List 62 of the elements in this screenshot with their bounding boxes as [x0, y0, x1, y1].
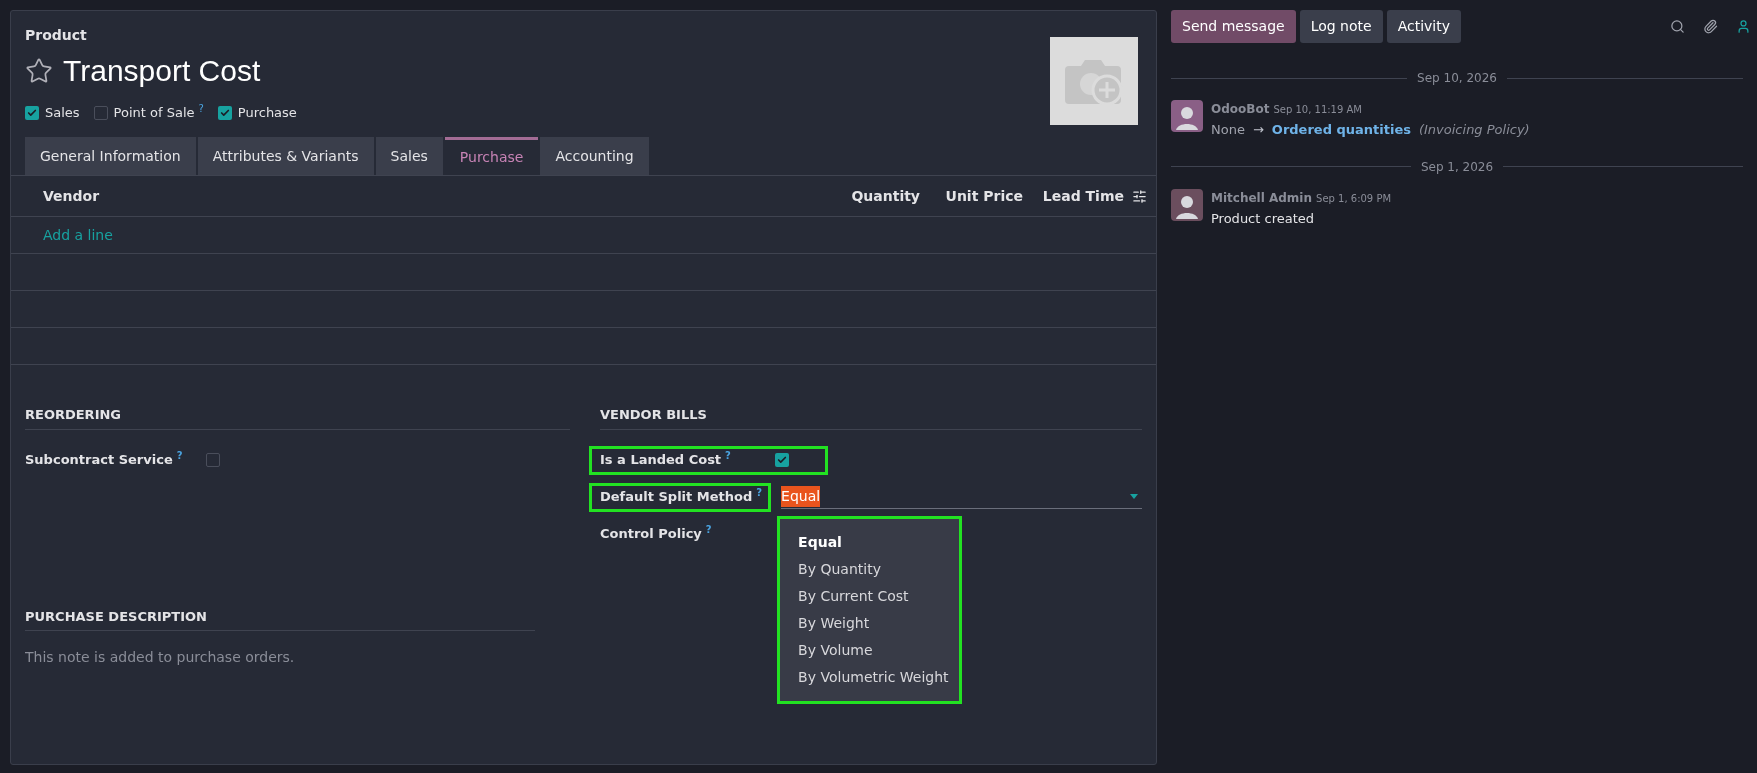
paperclip-icon[interactable]: [1703, 19, 1718, 34]
date-separator: Sep 1, 2026: [1420, 158, 1494, 176]
chatter-button[interactable]: Activity: [1386, 10, 1461, 43]
dropdown-option[interactable]: By Volume: [780, 637, 960, 664]
section-title: PURCHASE DESCRIPTION: [25, 606, 535, 631]
tab[interactable]: Accounting: [540, 137, 649, 175]
dropdown-option[interactable]: By Current Cost: [780, 583, 960, 610]
help-icon[interactable]: ?: [725, 450, 731, 462]
column-header: Quantity: [850, 186, 921, 206]
checkbox[interactable]: [217, 105, 232, 120]
follower-icon[interactable]: [1736, 19, 1751, 34]
help-icon[interactable]: ?: [756, 487, 763, 499]
chatter-button[interactable]: Log note: [1299, 10, 1383, 43]
chatter-button[interactable]: Send message: [1171, 10, 1296, 43]
section-title: VENDOR BILLS: [600, 405, 1142, 430]
checkbox-label[interactable]: Purchase: [237, 103, 297, 123]
old-value: None: [1211, 121, 1245, 139]
select-value: Equal: [781, 486, 821, 507]
checkbox[interactable]: [25, 105, 39, 120]
dropdown-option[interactable]: By Quantity: [780, 556, 960, 583]
message-time: Sep 1, 6:09 PM: [1316, 191, 1392, 206]
help-icon[interactable]: ?: [198, 103, 204, 114]
dropdown-option[interactable]: By Weight: [780, 610, 960, 637]
field-name: (Invoicing Policy): [1418, 121, 1530, 139]
help-icon[interactable]: ?: [176, 450, 183, 462]
select-field[interactable]: Equal: [781, 485, 1142, 509]
help-icon[interactable]: ?: [705, 524, 712, 536]
checkbox[interactable]: [205, 453, 220, 467]
column-header: Lead Time: [1041, 186, 1124, 206]
field-label: Subcontract Service $^{?}$: [25, 450, 183, 470]
section-title: REORDERING: [25, 405, 570, 430]
field-label: Control Policy $^{?}$: [600, 524, 712, 544]
avatar: [1171, 188, 1203, 221]
date-separator: Sep 10, 2026: [1417, 70, 1497, 87]
avatar: [1171, 100, 1203, 132]
message-time: Sep 10, 11:19 AM: [1273, 103, 1362, 117]
breadcrumb: Product: [25, 26, 88, 45]
checkbox-label[interactable]: Sales: [45, 103, 80, 123]
caret-icon: [1130, 494, 1138, 499]
new-value: Ordered quantities: [1271, 121, 1411, 139]
star-icon[interactable]: [25, 56, 53, 85]
arrow-icon: →: [1252, 120, 1264, 140]
field-label: Default Split Method $^{?}$: [600, 487, 763, 507]
tab[interactable]: Sales: [375, 137, 443, 175]
checkbox-label[interactable]: Point of Sale $^{?}$: [113, 103, 204, 123]
column-settings-icon[interactable]: [1132, 188, 1147, 204]
search-icon[interactable]: [1670, 19, 1685, 34]
tab[interactable]: General Information: [25, 137, 196, 175]
dropdown-option[interactable]: By Volumetric Weight: [780, 664, 960, 691]
column-header: Vendor: [42, 186, 101, 206]
column-header: Unit Price: [944, 186, 1024, 206]
message-text: Product created: [1211, 209, 1315, 228]
field-label: Is a Landed Cost $^{?}$: [600, 450, 731, 470]
dropdown-option[interactable]: Equal: [780, 529, 960, 556]
product-name: Transport Cost: [63, 53, 261, 89]
description-field[interactable]: This note is added to purchase orders.: [25, 647, 535, 668]
tab[interactable]: Attributes & Variants: [197, 137, 374, 175]
checkbox[interactable]: [774, 453, 789, 467]
message-author[interactable]: OdooBot: [1211, 100, 1270, 118]
message-author[interactable]: Mitchell Admin: [1211, 188, 1313, 207]
checkbox[interactable]: [93, 105, 108, 120]
add-line-link[interactable]: Add a line: [43, 224, 113, 246]
